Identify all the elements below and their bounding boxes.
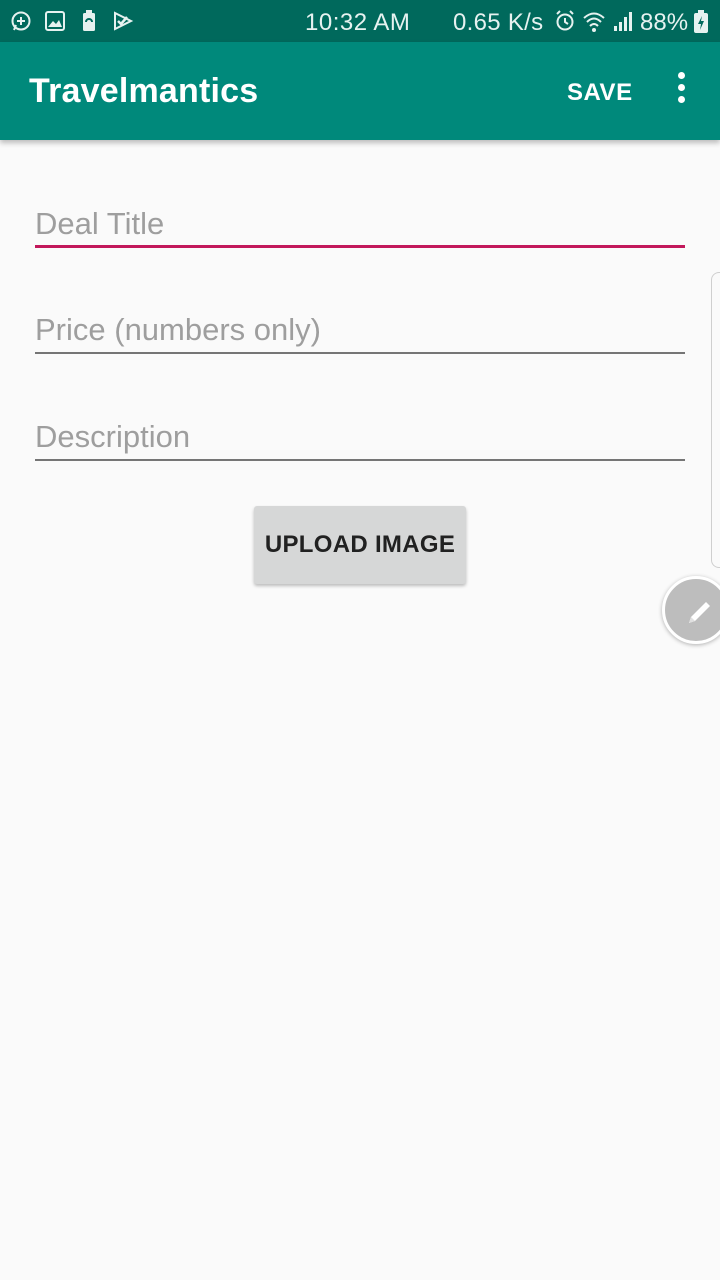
edge-panel-handle[interactable] [711, 272, 720, 568]
status-time: 10:32 AM [305, 9, 411, 36]
notification-icons [10, 9, 134, 33]
more-vert-icon[interactable] [670, 72, 692, 112]
pen-icon[interactable] [662, 576, 720, 644]
alarm-icon [554, 9, 576, 38]
wifi-icon [582, 9, 606, 38]
price-input[interactable] [35, 294, 685, 354]
system-icons [554, 9, 636, 38]
price-field[interactable] [35, 294, 685, 354]
description-input[interactable] [35, 401, 685, 461]
description-field[interactable] [35, 401, 685, 461]
battery-charging-icon [693, 10, 709, 39]
network-speed: 0.65 K/s [453, 9, 544, 36]
app-title: Travelmantics [29, 72, 259, 110]
deal-title-field[interactable] [35, 188, 685, 248]
gallery-icon [44, 9, 66, 33]
status-bar: 10:32 AM 0.65 K/s 88% [0, 0, 720, 42]
upload-image-button[interactable]: UPLOAD IMAGE [254, 506, 466, 584]
price-underline [35, 352, 685, 354]
deal-title-underline [35, 245, 685, 248]
app-bar: Travelmantics SAVE [0, 42, 720, 140]
battery-saver-icon [78, 9, 100, 33]
check-icon [112, 9, 134, 33]
battery-percent: 88% [640, 9, 689, 36]
description-underline [35, 459, 685, 461]
signal-icon [612, 9, 636, 38]
whatsapp-icon [10, 9, 32, 33]
deal-title-input[interactable] [35, 188, 685, 248]
save-button[interactable]: SAVE [567, 79, 633, 107]
